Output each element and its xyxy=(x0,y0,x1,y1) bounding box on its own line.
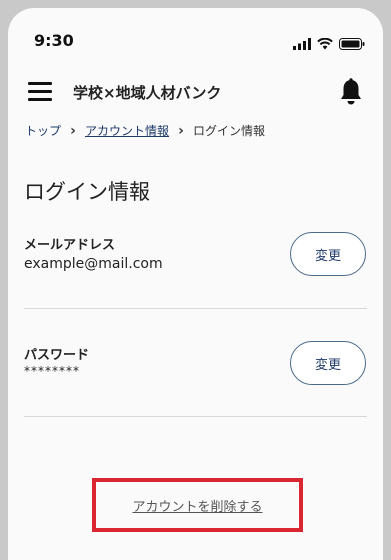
password-value: ******** xyxy=(24,364,80,378)
wifi-icon xyxy=(317,35,333,54)
chevron-right-icon: › xyxy=(178,122,184,139)
password-label: パスワード xyxy=(24,348,90,363)
bell-icon[interactable] xyxy=(339,78,363,106)
delete-account-link[interactable]: アカウントを削除する xyxy=(132,496,262,515)
change-password-button[interactable]: 変更 xyxy=(290,341,366,385)
status-icons xyxy=(293,35,365,54)
phone-screen: 9:30 学校×地域人材バンク トップ › アカウント情報 › ログイン情報 ロ… xyxy=(8,8,383,560)
breadcrumb-top[interactable]: トップ xyxy=(25,122,61,139)
app-title: 学校×地域人材バンク xyxy=(73,84,222,102)
menu-icon[interactable] xyxy=(28,82,52,102)
email-label: メールアドレス xyxy=(24,238,116,253)
status-bar: 9:30 xyxy=(8,8,383,68)
chevron-right-icon: › xyxy=(70,122,76,139)
divider xyxy=(24,416,367,417)
email-value: example@mail.com xyxy=(24,256,163,272)
battery-icon xyxy=(339,35,365,54)
delete-account-highlight: アカウントを削除する xyxy=(92,478,303,532)
signal-icon xyxy=(293,35,311,54)
status-time: 9:30 xyxy=(34,31,74,50)
breadcrumb-current: ログイン情報 xyxy=(193,124,266,138)
app-header: 学校×地域人材バンク xyxy=(8,68,383,116)
change-email-button[interactable]: 変更 xyxy=(290,232,366,276)
divider xyxy=(24,308,367,309)
breadcrumb: トップ › アカウント情報 › ログイン情報 xyxy=(25,122,265,139)
page-title: ログイン情報 xyxy=(24,180,150,204)
breadcrumb-account-info[interactable]: アカウント情報 xyxy=(85,122,169,139)
